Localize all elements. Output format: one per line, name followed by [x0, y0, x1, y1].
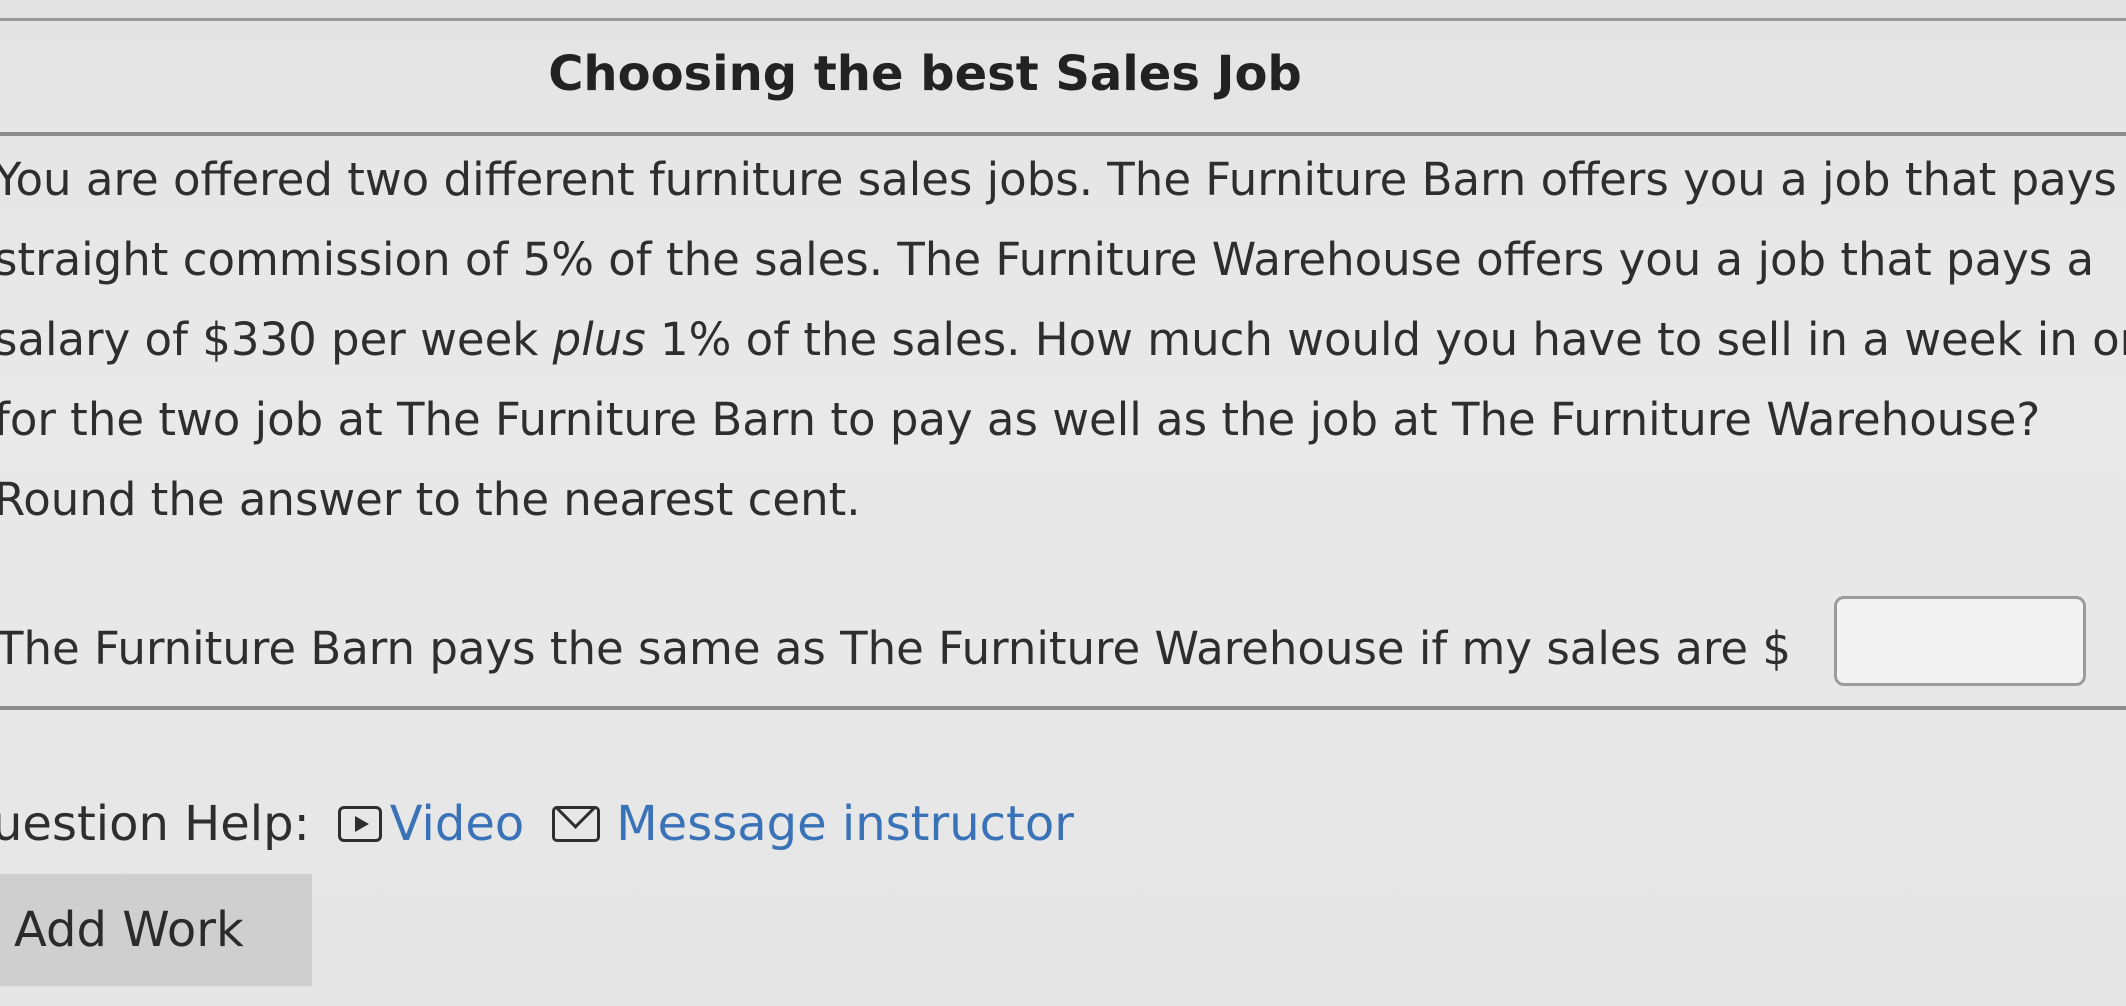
- add-work-button[interactable]: Add Work: [0, 874, 312, 986]
- page-title: Choosing the best Sales Job: [548, 46, 1302, 102]
- message-instructor-label: Message instructor: [616, 796, 1074, 852]
- problem-line: Round the answer to the nearest cent.: [0, 473, 861, 526]
- envelope-icon: [552, 806, 601, 842]
- answer-prompt: The Furniture Barn pays the same as The …: [0, 622, 1791, 675]
- problem-text: salary of $330 per week: [0, 313, 553, 366]
- title-divider: [0, 132, 2126, 136]
- video-play-icon: [337, 806, 382, 842]
- question-help-label: uestion Help:: [0, 796, 310, 852]
- answer-divider: [0, 706, 2126, 710]
- top-divider: [0, 18, 2126, 21]
- question-help: uestion Help: Video Message instructor: [0, 796, 1074, 852]
- problem-line: salary of $330 per week plus 1% of the s…: [0, 300, 2126, 380]
- emphasis-text: plus: [552, 313, 646, 366]
- sales-answer-input[interactable]: [1834, 596, 2086, 686]
- message-instructor-link[interactable]: Message instructor: [552, 796, 1074, 852]
- problem-statement: You are offered two different furniture …: [0, 140, 2126, 540]
- problem-line: for the two job at The Furniture Barn to…: [0, 393, 2041, 446]
- question-page: Choosing the best Sales Job You are offe…: [0, 0, 2126, 1006]
- problem-line: You are offered two different furniture …: [0, 153, 2117, 206]
- video-link[interactable]: Video: [337, 796, 525, 852]
- problem-text: 1% of the sales. How much would you have…: [645, 313, 2126, 366]
- problem-line: straight commission of 5% of the sales. …: [0, 233, 2095, 286]
- video-link-label: Video: [389, 796, 525, 852]
